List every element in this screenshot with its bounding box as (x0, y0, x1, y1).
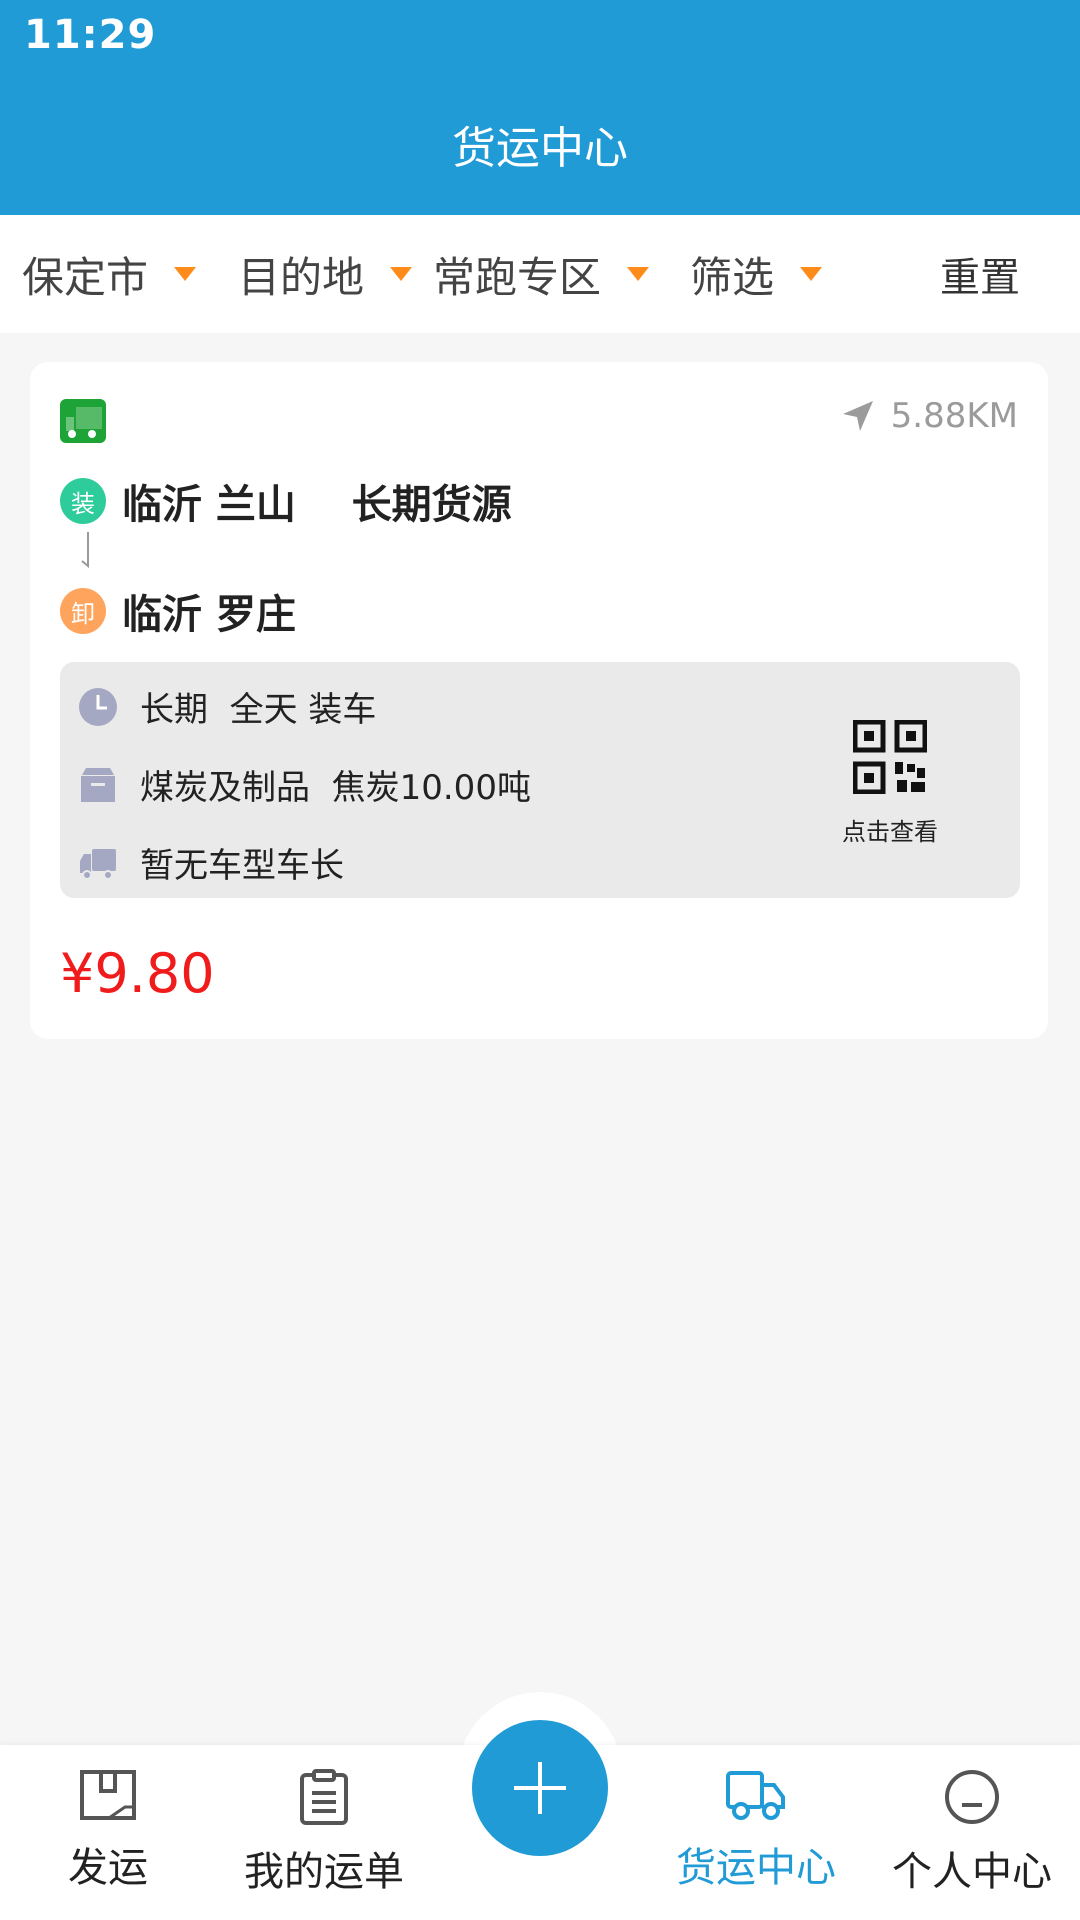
loading-time-row: 长期 全天 装车 (78, 682, 376, 731)
status-bar-time: 11:29 (24, 12, 157, 58)
load-tag: 装 (60, 478, 106, 524)
cargo-detail-box: 长期 全天 装车 煤炭及制品 焦炭10.00吨 暂无车型车长 点击查看 (60, 662, 1020, 898)
zone-filter-label: 常跑专区 (433, 252, 602, 302)
origin-filter-label: 保定市 (22, 252, 149, 302)
shipping-box-icon (80, 1770, 136, 1820)
more-filter-label: 筛选 (690, 252, 775, 302)
unload-tag: 卸 (60, 588, 106, 634)
reset-button[interactable]: 重置 (940, 215, 1020, 333)
dropdown-triangle-icon (800, 267, 823, 281)
tab-ship[interactable]: 发运 (0, 1745, 216, 1920)
load-location-row: 装 临沂 兰山 长期货源 (60, 472, 512, 530)
route-connector-icon (81, 532, 89, 569)
clock-icon (79, 687, 117, 726)
cargo-info-text: 煤炭及制品 焦炭10.00吨 (140, 768, 531, 808)
tab-freight-center[interactable]: 货运中心 (648, 1745, 864, 1920)
qr-code-button[interactable]: 点击查看 (830, 719, 950, 847)
location-arrow-icon (842, 401, 873, 431)
plus-icon (514, 1762, 566, 1814)
unload-location-text: 临沂 罗庄 (122, 592, 296, 638)
tab-profile[interactable]: 个人中心 (864, 1745, 1080, 1920)
cargo-listing-card[interactable]: 5.88KM 装 临沂 兰山 长期货源 卸 临沂 罗庄 长期 全天 装车 煤炭及… (30, 362, 1048, 1039)
freight-price: ¥9.80 (60, 942, 215, 1005)
dropdown-triangle-icon (390, 267, 413, 281)
qr-code-icon (852, 719, 928, 795)
distance-indicator: 5.88KM (841, 396, 1018, 436)
zone-filter-dropdown[interactable]: 常跑专区 (433, 215, 650, 333)
vehicle-info-row: 暂无车型车长 (78, 838, 344, 887)
tab-ship-label: 发运 (68, 1845, 148, 1891)
tab-my-waybills[interactable]: 我的运单 (216, 1745, 432, 1920)
truck-icon (60, 399, 106, 443)
dropdown-triangle-icon (174, 267, 197, 281)
unload-location-row: 卸 临沂 罗庄 (60, 582, 296, 640)
tab-my-waybills-label: 我的运单 (244, 1849, 404, 1895)
destination-filter-dropdown[interactable]: 目的地 (238, 215, 413, 333)
dropdown-triangle-icon (627, 267, 650, 281)
box-icon (81, 767, 115, 802)
add-shipment-button[interactable] (472, 1720, 608, 1856)
clipboard-icon (300, 1769, 348, 1825)
tab-freight-center-label: 货运中心 (676, 1845, 836, 1891)
destination-filter-label: 目的地 (238, 252, 365, 302)
qr-code-label: 点击查看 (842, 818, 938, 846)
distance-text: 5.88KM (890, 396, 1018, 436)
load-location-text: 临沂 兰山 长期货源 (122, 482, 512, 528)
filter-bar: 保定市 目的地 常跑专区 筛选 重置 (0, 215, 1080, 333)
origin-filter-dropdown[interactable]: 保定市 (22, 215, 197, 333)
tab-profile-label: 个人中心 (892, 1849, 1052, 1895)
cargo-info-row: 煤炭及制品 焦炭10.00吨 (78, 760, 531, 809)
vehicle-info-text: 暂无车型车长 (140, 846, 344, 886)
app-header: 11:29 货运中心 (0, 0, 1080, 215)
loading-time-text: 长期 全天 装车 (140, 690, 377, 730)
truck-tab-icon (726, 1771, 785, 1820)
profile-icon (945, 1770, 999, 1824)
page-title: 货运中心 (452, 123, 628, 174)
more-filter-dropdown[interactable]: 筛选 (690, 215, 823, 333)
truck-small-icon (80, 848, 116, 880)
